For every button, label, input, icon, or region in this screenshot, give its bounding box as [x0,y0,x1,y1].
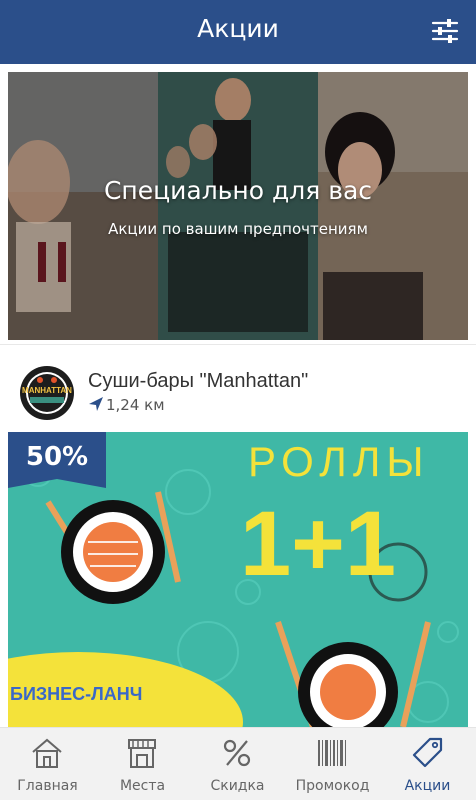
tab-places[interactable]: Места [95,728,190,800]
distance-value: 1,24 км [106,396,165,414]
filter-button[interactable] [430,16,460,46]
barcode-icon [318,740,346,766]
tab-home-label: Главная [17,778,78,794]
hero-title: Специально для вас [103,176,373,205]
sliders-icon [431,19,459,43]
section-divider [0,344,476,345]
tab-promocode[interactable]: Промокод [285,728,380,800]
promo-offer: 1+1 [240,493,397,595]
home-icon [32,738,62,768]
tag-icon [412,737,443,768]
store-icon [128,739,156,768]
tab-discount-label: Скидка [210,778,265,794]
location-arrow-icon [89,397,103,411]
place-name[interactable]: Суши-бары "Manhattan" [88,370,308,393]
promo-heading: РОЛЛЫ [248,438,430,485]
bottom-navigation: Главная Места Скидка Промокод Акции [0,727,476,800]
logo-text: MANHATTAN [22,386,72,395]
promo-lunch-label: БИЗНЕС-ЛАНЧ [10,684,143,704]
tab-places-label: Места [119,778,166,794]
personalized-offers-banner[interactable]: Специально для вас Акции по вашим предпо… [8,72,468,340]
tab-discount[interactable]: Скидка [190,728,285,800]
percent-icon [223,739,251,767]
place-logo-avatar[interactable]: MANHATTAN [20,366,74,420]
tab-home[interactable]: Главная [0,728,95,800]
distance-row: 1,24 км [88,396,165,414]
page-title: Акции [197,14,279,43]
tab-promotions[interactable]: Акции [380,728,475,800]
hero-subtitle: Акции по вашим предпочтениям [108,220,368,238]
top-app-bar: Акции [0,0,476,64]
tab-promotions-label: Акции [404,778,451,794]
promo-banner[interactable]: 50% РОЛЛЫ 1+1 БИЗНЕС-ЛАНЧ [8,432,468,727]
hero-photo-collage [8,72,468,340]
tab-promocode-label: Промокод [295,778,370,794]
